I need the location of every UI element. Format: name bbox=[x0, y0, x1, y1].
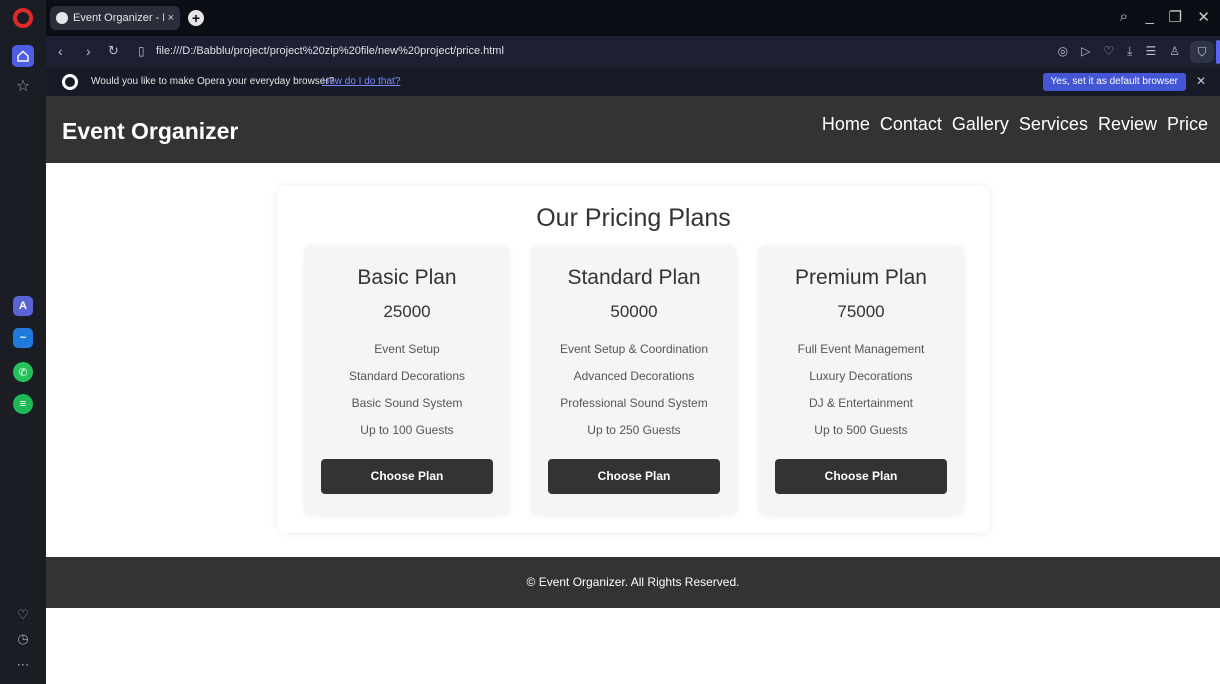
plan-feature: Up to 250 Guests bbox=[587, 423, 681, 437]
plan-price: 25000 bbox=[383, 302, 431, 321]
plan-name: Standard Plan bbox=[567, 266, 701, 289]
search-icon[interactable]: ⌕ bbox=[1120, 8, 1128, 25]
url-field[interactable]: file:///D:/Babblu/project/project%20zip%… bbox=[156, 45, 504, 57]
plan-name: Premium Plan bbox=[795, 266, 927, 289]
plan-card-standard: Standard Plan 50000 Event Setup & Coordi… bbox=[531, 246, 737, 516]
tab-strip: Event Organizer - Pric × + ⌕ _ ❐ ✕ bbox=[46, 0, 1220, 36]
choose-plan-button[interactable]: Choose Plan bbox=[321, 459, 493, 494]
profile-icon[interactable]: ♙ bbox=[1169, 44, 1180, 59]
plan-price: 75000 bbox=[837, 302, 885, 321]
opera-logo-icon[interactable] bbox=[13, 8, 33, 28]
pricing-section: Our Pricing Plans Basic Plan 25000 Event… bbox=[277, 186, 990, 533]
choose-plan-button[interactable]: Choose Plan bbox=[775, 459, 947, 494]
close-window-icon[interactable]: ✕ bbox=[1197, 8, 1210, 26]
easy-setup-icon[interactable]: ☰ bbox=[1145, 44, 1156, 59]
set-default-button[interactable]: Yes, set it as default browser bbox=[1042, 73, 1186, 91]
default-browser-infobar: Would you like to make Opera your everyd… bbox=[46, 68, 1220, 96]
camera-icon[interactable]: ◎ bbox=[1058, 44, 1068, 59]
plan-price: 50000 bbox=[610, 302, 658, 321]
messenger-icon[interactable]: ~ bbox=[13, 328, 33, 348]
plan-card-premium: Premium Plan 75000 Full Event Management… bbox=[758, 246, 964, 516]
site-footer: © Event Organizer. All Rights Reserved. bbox=[46, 557, 1220, 608]
heart-icon[interactable]: ♡ bbox=[14, 606, 32, 624]
web-page: Event Organizer Home Contact Gallery Ser… bbox=[46, 96, 1220, 684]
address-bar: ‹ › ↻ ▯ file:///D:/Babblu/project/projec… bbox=[46, 36, 1220, 68]
infobar-message: Would you like to make Opera your everyd… bbox=[91, 76, 335, 87]
plan-feature: Event Setup bbox=[374, 342, 440, 356]
plan-feature: Basic Sound System bbox=[351, 396, 463, 410]
pricing-title: Our Pricing Plans bbox=[536, 204, 731, 232]
vpn-shield-icon[interactable]: ⛉ bbox=[1190, 41, 1214, 63]
site-nav: Home Contact Gallery Services Review Pri… bbox=[822, 114, 1208, 135]
site-brand: Event Organizer bbox=[62, 118, 239, 144]
browser-sidebar: ☆ A ~ ✆ ≡ ♡ ◷ ⋯ bbox=[0, 0, 46, 684]
nav-home[interactable]: Home bbox=[822, 114, 870, 135]
plan-feature: Event Setup & Coordination bbox=[559, 342, 709, 356]
nav-services[interactable]: Services bbox=[1019, 114, 1088, 135]
aria-icon[interactable]: A bbox=[13, 296, 33, 316]
plan-card-basic: Basic Plan 25000 Event Setup Standard De… bbox=[304, 246, 510, 516]
history-icon[interactable]: ◷ bbox=[14, 630, 32, 648]
minimize-icon[interactable]: _ bbox=[1146, 8, 1154, 25]
nav-gallery[interactable]: Gallery bbox=[952, 114, 1009, 135]
opera-logo-icon bbox=[62, 74, 78, 90]
send-icon[interactable]: ▷ bbox=[1081, 44, 1090, 59]
download-icon[interactable]: ⤓ bbox=[1127, 44, 1132, 59]
more-icon[interactable]: ⋯ bbox=[14, 656, 32, 674]
nav-price[interactable]: Price bbox=[1167, 114, 1208, 135]
plan-feature: Advanced Decorations bbox=[573, 369, 695, 383]
restore-icon[interactable]: ❐ bbox=[1169, 8, 1182, 26]
plan-feature: Full Event Management bbox=[797, 342, 925, 356]
tab-title: Event Organizer - Pric bbox=[73, 12, 164, 24]
heart-icon[interactable]: ♡ bbox=[1103, 44, 1114, 59]
close-tab-icon[interactable]: × bbox=[168, 12, 174, 24]
new-tab-icon[interactable]: + bbox=[188, 10, 204, 26]
globe-icon bbox=[56, 12, 68, 24]
plan-feature: Standard Decorations bbox=[348, 369, 466, 383]
choose-plan-button[interactable]: Choose Plan bbox=[548, 459, 720, 494]
forward-icon[interactable]: › bbox=[86, 43, 91, 59]
nav-review[interactable]: Review bbox=[1098, 114, 1157, 135]
close-infobar-icon[interactable]: ✕ bbox=[1196, 74, 1206, 88]
plan-feature: Up to 500 Guests bbox=[814, 423, 908, 437]
accent-bar bbox=[1216, 40, 1220, 64]
star-icon[interactable]: ☆ bbox=[14, 78, 32, 96]
file-icon: ▯ bbox=[138, 44, 145, 58]
plan-feature: Up to 100 Guests bbox=[360, 423, 454, 437]
plan-feature: Professional Sound System bbox=[560, 396, 708, 410]
plan-name: Basic Plan bbox=[357, 266, 457, 289]
plan-feature: DJ & Entertainment bbox=[808, 396, 914, 410]
spotify-icon[interactable]: ≡ bbox=[13, 394, 33, 414]
back-icon[interactable]: ‹ bbox=[58, 43, 63, 59]
browser-tab[interactable]: Event Organizer - Pric × bbox=[50, 6, 180, 30]
site-header: Event Organizer Home Contact Gallery Ser… bbox=[46, 96, 1220, 163]
home-icon[interactable] bbox=[12, 45, 34, 67]
infobar-help-link[interactable]: How do I do that? bbox=[322, 76, 400, 87]
whatsapp-icon[interactable]: ✆ bbox=[13, 362, 33, 382]
nav-contact[interactable]: Contact bbox=[880, 114, 942, 135]
plan-feature: Luxury Decorations bbox=[809, 369, 913, 383]
reload-icon[interactable]: ↻ bbox=[108, 43, 119, 59]
